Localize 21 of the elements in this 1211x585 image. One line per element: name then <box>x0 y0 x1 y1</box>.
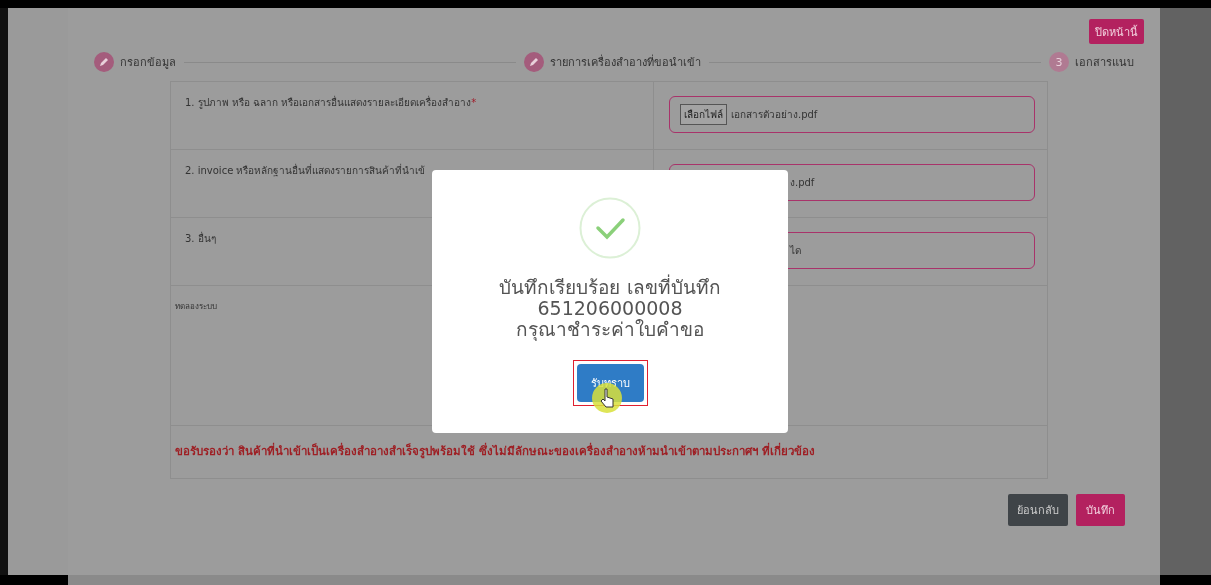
step-label: กรอกข้อมูล <box>120 55 176 71</box>
pencil-icon <box>94 52 114 72</box>
step-label: เอกสารแนบ <box>1075 55 1134 71</box>
checkmark-icon <box>579 197 641 259</box>
file-name: เอกสารตัวอย่าง.pdf <box>731 108 818 122</box>
pencil-icon <box>524 52 544 72</box>
remarks-field[interactable]: ทดลองระบบ <box>175 302 375 311</box>
step-number: 3 <box>1049 52 1069 72</box>
dialog-message: กรุณาชำระค่าใบคำขอ <box>516 319 704 340</box>
back-button[interactable]: ย้อนกลับ <box>1008 494 1068 526</box>
dialog-message: 651206000008 <box>537 298 683 319</box>
file-field[interactable]: เลือกไฟล์ เอกสารตัวอย่าง.pdf <box>669 96 1035 133</box>
save-button[interactable]: บันทึก <box>1076 494 1125 526</box>
file-name: ได <box>790 244 801 258</box>
step-label: รายการเครื่องสำอางที่ขอนำเข้า <box>550 53 701 71</box>
choose-file-button[interactable]: เลือกไฟล์ <box>680 104 727 125</box>
scrollbar[interactable] <box>68 575 1160 585</box>
file-name: ง.pdf <box>790 176 815 190</box>
close-page-button[interactable]: ปิดหน้านี้ <box>1089 19 1144 44</box>
declaration-text: ขอรับรองว่า สินค้าที่นำเข้าเป็นเครื่องสำอางสำเร็จรูปพร้อมใช้ ซึ่งไม่มีลักษณะของเครื่องสำอางห้ามนำเข้าตามประกาศฯ ที่เกี่ยวข้อง <box>174 441 816 461</box>
attachment-label: 1. รูปภาพ หรือ ฉลาก หรือเอกสารอื่นแสดงรายละเอียดเครื่องสำอาง* <box>171 82 654 149</box>
